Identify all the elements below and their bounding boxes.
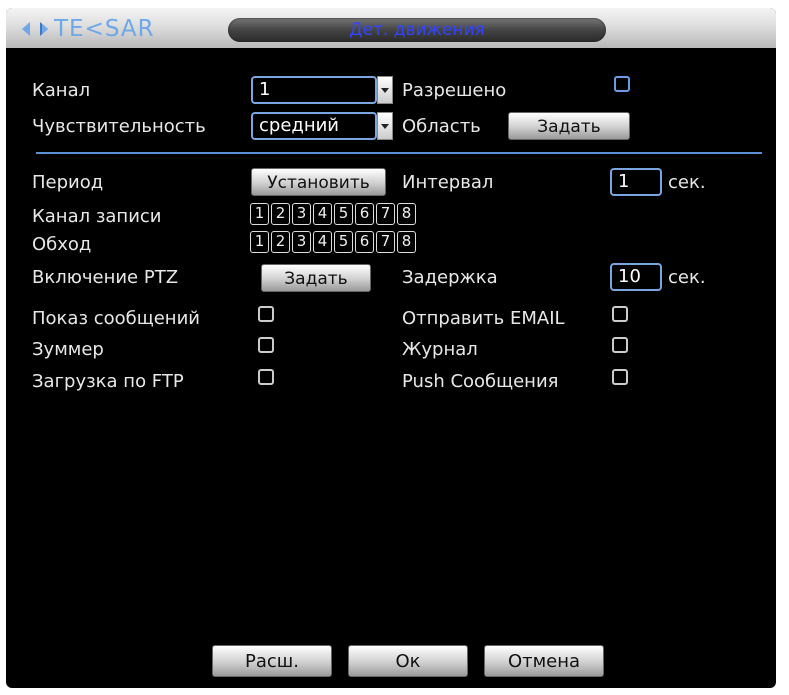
channel-select-value: 1 <box>251 76 377 104</box>
sensitivity-select[interactable]: средний <box>251 112 393 140</box>
tour-channel-toggle[interactable]: 1 <box>250 231 269 253</box>
ftp-upload-checkbox[interactable] <box>258 369 274 385</box>
send-email-label: Отправить EMAIL <box>402 308 565 329</box>
interval-label: Интервал <box>402 172 494 193</box>
ptz-set-button[interactable]: Задать <box>261 264 371 292</box>
buzzer-label: Зуммер <box>32 339 104 360</box>
record-channel-toggle[interactable]: 6 <box>355 203 374 225</box>
title-pill: Дет. движения <box>228 18 606 42</box>
ptz-label: Включение PTZ <box>32 267 179 288</box>
record-channel-toggle[interactable]: 5 <box>334 203 353 225</box>
tour-channel-toggle[interactable]: 8 <box>397 231 416 253</box>
channel-label: Канал <box>32 80 91 101</box>
tour-label: Обход <box>32 234 92 255</box>
buzzer-checkbox[interactable] <box>258 337 274 353</box>
area-label: Область <box>402 116 481 137</box>
window-title: Дет. движения <box>349 20 485 40</box>
push-checkbox[interactable] <box>612 369 628 385</box>
advanced-button[interactable]: Расш. <box>212 645 332 677</box>
push-label: Push Сообщения <box>402 371 559 392</box>
tour-channel-toggle[interactable]: 2 <box>271 231 290 253</box>
motion-detection-window: TE<SAR Дет. движения Канал 1 Разрешено Ч… <box>6 8 776 688</box>
tour-channel-toggle[interactable]: 4 <box>313 231 332 253</box>
chevron-down-icon[interactable] <box>377 76 393 104</box>
tour-channel-toggle[interactable]: 5 <box>334 231 353 253</box>
show-message-checkbox[interactable] <box>258 306 274 322</box>
delay-unit: сек. <box>668 267 706 288</box>
sensitivity-label: Чувствительность <box>32 116 206 137</box>
record-channel-label: Канал записи <box>32 206 162 227</box>
record-channel-toggle[interactable]: 8 <box>397 203 416 225</box>
cancel-button[interactable]: Отмена <box>484 645 604 677</box>
show-message-label: Показ сообщений <box>32 308 200 329</box>
section-divider <box>36 152 762 154</box>
delay-label: Задержка <box>402 267 498 288</box>
channel-select[interactable]: 1 <box>251 76 393 104</box>
ok-button[interactable]: Ок <box>348 645 468 677</box>
enabled-checkbox[interactable] <box>614 76 630 92</box>
delay-input[interactable]: 10 <box>610 263 662 291</box>
ftp-upload-label: Загрузка по FTP <box>32 371 184 392</box>
title-bar: TE<SAR Дет. движения <box>6 8 776 48</box>
tour-channel-toggle[interactable]: 7 <box>376 231 395 253</box>
period-label: Период <box>32 172 104 193</box>
tour-channel-toggle[interactable]: 6 <box>355 231 374 253</box>
log-label: Журнал <box>402 339 478 360</box>
log-checkbox[interactable] <box>612 337 628 353</box>
interval-unit: сек. <box>668 172 706 193</box>
brand-logo: TE<SAR <box>20 17 155 41</box>
record-channel-toggle[interactable]: 3 <box>292 203 311 225</box>
chevron-down-icon[interactable] <box>377 112 393 140</box>
sensitivity-select-value: средний <box>251 112 377 140</box>
tour-channel-group: 1 2 3 4 5 6 7 8 <box>250 231 416 253</box>
area-set-button[interactable]: Задать <box>508 112 630 140</box>
record-channel-toggle[interactable]: 4 <box>313 203 332 225</box>
record-channel-toggle[interactable]: 1 <box>250 203 269 225</box>
brand-diamond-icon <box>22 22 48 36</box>
enabled-label: Разрешено <box>402 80 507 101</box>
record-channel-group: 1 2 3 4 5 6 7 8 <box>250 203 416 225</box>
brand-name: TE<SAR <box>54 16 155 42</box>
interval-input[interactable]: 1 <box>610 168 662 196</box>
send-email-checkbox[interactable] <box>612 306 628 322</box>
record-channel-toggle[interactable]: 7 <box>376 203 395 225</box>
tour-channel-toggle[interactable]: 3 <box>292 231 311 253</box>
record-channel-toggle[interactable]: 2 <box>271 203 290 225</box>
period-set-button[interactable]: Установить <box>251 168 386 196</box>
